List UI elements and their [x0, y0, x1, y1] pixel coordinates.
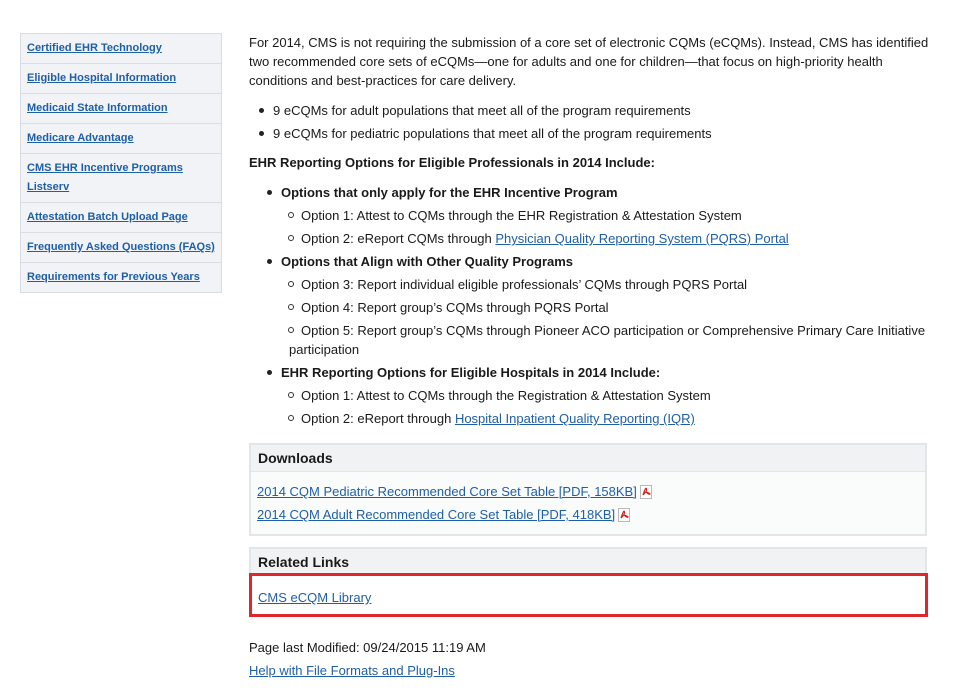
option-item: Option 3: Report individual eligible pro… [288, 275, 929, 294]
iqr-link[interactable]: Hospital Inpatient Quality Reporting (IQ… [455, 411, 695, 426]
sidebar-item-certified-ehr[interactable]: Certified EHR Technology [21, 34, 221, 63]
sidebar-item-medicaid-state[interactable]: Medicaid State Information [21, 93, 221, 123]
option-item: Option 2: eReport through Hospital Inpat… [288, 409, 929, 428]
related-links-title: Related Links [251, 549, 925, 576]
option-item: Option 1: Attest to CQMs through the EHR… [288, 206, 929, 225]
options-group-ehr: Options that only apply for the EHR Ince… [267, 183, 929, 248]
sidebar-item-batch-upload[interactable]: Attestation Batch Upload Page [21, 202, 221, 232]
downloads-box: Downloads 2014 CQM Pediatric Recommended… [249, 443, 927, 536]
main-content: For 2014, CMS is not requiring the submi… [249, 33, 929, 432]
option-text: Option 2: eReport through [301, 411, 455, 426]
last-modified-text: Page last Modified: 09/24/2015 11:19 AM [249, 640, 486, 655]
option-text: Option 2: eReport CQMs through [301, 231, 496, 246]
options-group-title: Options that only apply for the EHR Ince… [281, 185, 618, 200]
related-links-highlight: CMS eCQM Library [249, 573, 928, 617]
option-item: Option 5: Report group’s CQMs through Pi… [288, 321, 929, 359]
pdf-icon[interactable] [618, 507, 631, 522]
options-group-hospitals: EHR Reporting Options for Eligible Hospi… [267, 363, 929, 428]
reporting-options-list: Options that only apply for the EHR Ince… [249, 183, 929, 428]
sidebar-item-faqs[interactable]: Frequently Asked Questions (FAQs) [21, 232, 221, 262]
options-group-title: EHR Reporting Options for Eligible Hospi… [281, 365, 661, 380]
related-links-box: Related Links [249, 547, 927, 576]
list-item: 9 eCQMs for pediatric populations that m… [259, 124, 929, 143]
intro-paragraph: For 2014, CMS is not requiring the submi… [249, 35, 929, 88]
download-adult-link[interactable]: 2014 CQM Adult Recommended Core Set Tabl… [257, 505, 615, 524]
option-item: Option 2: eReport CQMs through Physician… [288, 229, 929, 248]
sidebar-nav: Certified EHR Technology Eligible Hospit… [20, 33, 222, 293]
option-text-continued: participation [289, 342, 360, 357]
list-item: 9 eCQMs for adult populations that meet … [259, 101, 929, 120]
options-group-align: Options that Align with Other Quality Pr… [267, 252, 929, 359]
option-item: Option 4: Report group’s CQMs through PQ… [288, 298, 929, 317]
ecqm-list: 9 eCQMs for adult populations that meet … [249, 101, 929, 143]
cms-ecqm-library-link[interactable]: CMS eCQM Library [258, 588, 371, 607]
download-pediatric-link[interactable]: 2014 CQM Pediatric Recommended Core Set … [257, 482, 637, 501]
option-text: Option 5: Report group’s CQMs through Pi… [301, 323, 926, 338]
downloads-title: Downloads [251, 445, 925, 472]
pqrs-portal-link[interactable]: Physician Quality Reporting System (PQRS… [495, 231, 788, 246]
reporting-options-heading: EHR Reporting Options for Eligible Profe… [249, 155, 655, 170]
option-item: Option 1: Attest to CQMs through the Reg… [288, 386, 929, 405]
sidebar-item-listserv[interactable]: CMS EHR Incentive Programs Listserv [21, 153, 221, 202]
page-footer: Page last Modified: 09/24/2015 11:19 AM … [249, 638, 486, 680]
sidebar-item-previous-years[interactable]: Requirements for Previous Years [21, 262, 221, 292]
sidebar-item-medicare-advantage[interactable]: Medicare Advantage [21, 123, 221, 153]
pdf-icon[interactable] [639, 484, 653, 499]
sidebar-item-eligible-hospital[interactable]: Eligible Hospital Information [21, 63, 221, 93]
options-group-title: Options that Align with Other Quality Pr… [281, 254, 574, 269]
file-formats-help-link[interactable]: Help with File Formats and Plug-Ins [249, 663, 455, 678]
